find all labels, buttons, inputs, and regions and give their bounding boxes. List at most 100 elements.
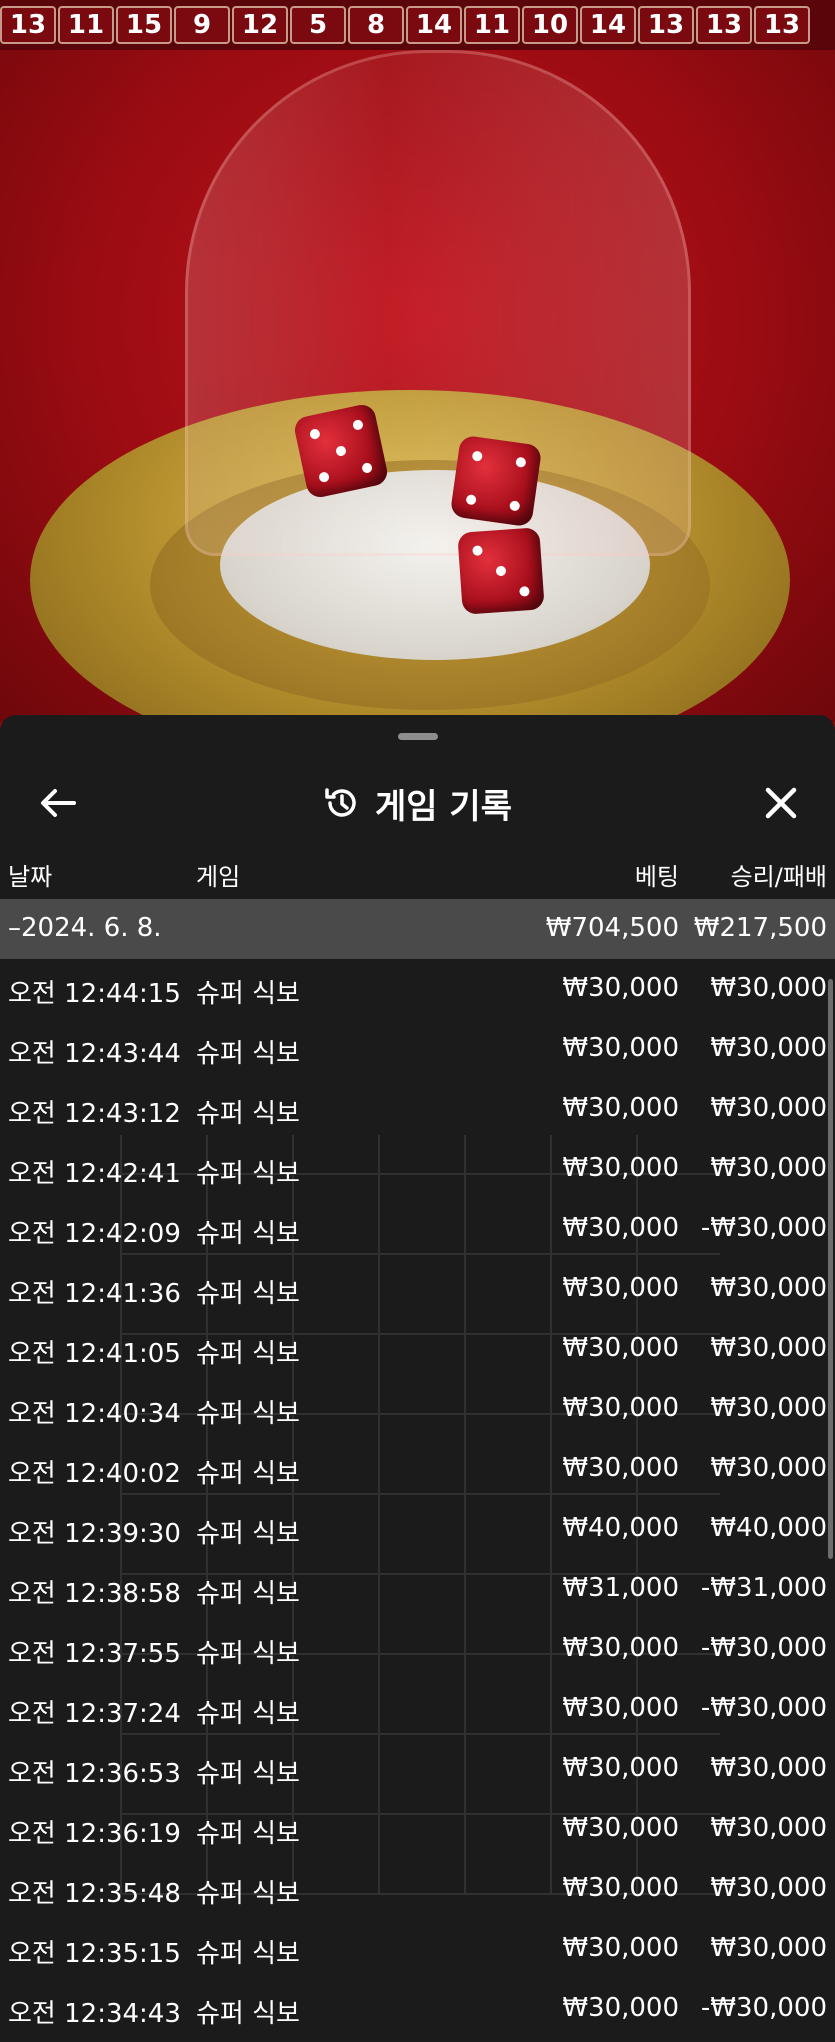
row-result: ₩30,000 (710, 1153, 827, 1183)
row-time: 오전 12:36:19 (8, 1819, 181, 1849)
sheet-header: 게임 기록 (0, 755, 835, 845)
history-row[interactable]: 오전 12:36:19 슈퍼 식보 ₩30,000 ₩30,000 (0, 1799, 835, 1859)
row-bet: ₩30,000 (562, 1933, 679, 1963)
history-result-cell: 10 (522, 6, 578, 44)
row-game: 슈퍼 식보 (196, 1099, 300, 1129)
row-result: ₩30,000 (710, 1093, 827, 1123)
row-game: 슈퍼 식보 (196, 1699, 300, 1729)
row-result: -₩31,000 (700, 1573, 827, 1603)
row-result: ₩30,000 (710, 1933, 827, 1963)
history-row[interactable]: 오전 12:39:30 슈퍼 식보 ₩40,000 ₩40,000 (0, 1499, 835, 1559)
row-game: 슈퍼 식보 (196, 1819, 300, 1849)
row-result: ₩30,000 (710, 1813, 827, 1843)
history-result-cell: 13 (754, 6, 810, 44)
row-game: 슈퍼 식보 (196, 1639, 300, 1669)
row-bet: ₩31,000 (562, 1573, 679, 1603)
row-time: 오전 12:35:15 (8, 1939, 181, 1969)
row-result: ₩40,000 (710, 1513, 827, 1543)
game-history-sheet: 게임 기록 날짜 게임 베팅 승리/패배 –2024. 6. 8. ₩704,5… (0, 715, 835, 2042)
row-time: 오전 12:43:12 (8, 1099, 181, 1129)
date-group-summary[interactable]: –2024. 6. 8. ₩704,500 ₩217,500 (0, 899, 835, 959)
history-row[interactable]: 오전 12:35:48 슈퍼 식보 ₩30,000 ₩30,000 (0, 1859, 835, 1919)
row-bet: ₩30,000 (562, 973, 679, 1003)
row-bet: ₩30,000 (562, 1273, 679, 1303)
row-result: ₩30,000 (710, 1753, 827, 1783)
history-row[interactable]: 오전 12:41:36 슈퍼 식보 ₩30,000 ₩30,000 (0, 1259, 835, 1319)
row-time: 오전 12:38:58 (8, 1579, 181, 1609)
row-time: 오전 12:34:43 (8, 1999, 181, 2029)
die-3 (457, 527, 545, 615)
history-result-cell: 13 (0, 6, 56, 44)
row-result: ₩30,000 (710, 1873, 827, 1903)
sheet-drag-handle[interactable] (398, 733, 438, 740)
row-game: 슈퍼 식보 (196, 979, 300, 1009)
glass-dome (185, 50, 691, 556)
history-result-cell: 14 (406, 6, 462, 44)
row-game: 슈퍼 식보 (196, 1159, 300, 1189)
result-history-strip: 13 11 15 9 12 5 8 14 11 10 14 13 13 13 (0, 0, 835, 50)
column-header-bet[interactable]: 베팅 (635, 857, 679, 892)
close-button[interactable] (753, 775, 809, 831)
history-row[interactable]: 오전 12:42:09 슈퍼 식보 ₩30,000 -₩30,000 (0, 1199, 835, 1259)
row-time: 오전 12:44:15 (8, 979, 181, 1009)
row-game: 슈퍼 식보 (196, 1399, 300, 1429)
history-row[interactable]: 오전 12:41:05 슈퍼 식보 ₩30,000 ₩30,000 (0, 1319, 835, 1379)
history-row[interactable]: 오전 12:40:02 슈퍼 식보 ₩30,000 ₩30,000 (0, 1439, 835, 1499)
row-bet: ₩30,000 (562, 1333, 679, 1363)
history-row[interactable]: 오전 12:43:44 슈퍼 식보 ₩30,000 ₩30,000 (0, 1019, 835, 1079)
history-row[interactable]: 오전 12:40:34 슈퍼 식보 ₩30,000 ₩30,000 (0, 1379, 835, 1439)
group-date: –2024. 6. 8. (8, 913, 162, 943)
row-bet: ₩30,000 (562, 1093, 679, 1123)
row-result: -₩30,000 (700, 1993, 827, 2023)
history-result-cell: 13 (696, 6, 752, 44)
history-list: 오전 12:44:15 슈퍼 식보 ₩30,000 ₩30,000 오전 12:43:4… (0, 959, 835, 2039)
history-row[interactable]: 오전 12:35:15 슈퍼 식보 ₩30,000 ₩30,000 (0, 1919, 835, 1979)
row-game: 슈퍼 식보 (196, 1579, 300, 1609)
row-result: -₩30,000 (700, 1633, 827, 1663)
row-result: -₩30,000 (700, 1693, 827, 1723)
history-row[interactable]: 오전 12:42:41 슈퍼 식보 ₩30,000 ₩30,000 (0, 1139, 835, 1199)
scrollbar[interactable] (828, 979, 833, 1559)
row-time: 오전 12:43:44 (8, 1039, 181, 1069)
row-result: ₩30,000 (710, 1033, 827, 1063)
history-result-cell: 9 (174, 6, 230, 44)
live-video-feed (0, 50, 835, 722)
history-result-cell: 5 (290, 6, 346, 44)
row-bet: ₩30,000 (562, 1393, 679, 1423)
history-row[interactable]: 오전 12:38:58 슈퍼 식보 ₩31,000 -₩31,000 (0, 1559, 835, 1619)
row-bet: ₩30,000 (562, 1033, 679, 1063)
history-row[interactable]: 오전 12:36:53 슈퍼 식보 ₩30,000 ₩30,000 (0, 1739, 835, 1799)
row-bet: ₩30,000 (562, 1633, 679, 1663)
row-bet: ₩40,000 (562, 1513, 679, 1543)
history-row[interactable]: 오전 12:43:12 슈퍼 식보 ₩30,000 ₩30,000 (0, 1079, 835, 1139)
row-time: 오전 12:42:09 (8, 1219, 181, 1249)
row-bet: ₩30,000 (562, 1993, 679, 2023)
history-row[interactable]: 오전 12:34:43 슈퍼 식보 ₩30,000 -₩30,000 (0, 1979, 835, 2039)
row-time: 오전 12:37:24 (8, 1699, 181, 1729)
column-header-result[interactable]: 승리/패배 (731, 857, 827, 892)
row-time: 오전 12:40:02 (8, 1459, 181, 1489)
history-result-cell: 11 (464, 6, 520, 44)
row-game: 슈퍼 식보 (196, 1219, 300, 1249)
row-time: 오전 12:37:55 (8, 1639, 181, 1669)
history-result-cell: 13 (638, 6, 694, 44)
history-row[interactable]: 오전 12:44:15 슈퍼 식보 ₩30,000 ₩30,000 (0, 959, 835, 1019)
row-bet: ₩30,000 (562, 1213, 679, 1243)
row-time: 오전 12:42:41 (8, 1159, 181, 1189)
row-result: ₩30,000 (710, 1453, 827, 1483)
history-clock-icon (325, 788, 356, 817)
column-header-date[interactable]: 날짜 (8, 857, 52, 892)
row-game: 슈퍼 식보 (196, 1759, 300, 1789)
column-header-game[interactable]: 게임 (196, 857, 240, 892)
row-time: 오전 12:41:05 (8, 1339, 181, 1369)
row-bet: ₩30,000 (562, 1453, 679, 1483)
row-game: 슈퍼 식보 (196, 1999, 300, 2029)
row-result: -₩30,000 (700, 1213, 827, 1243)
row-bet: ₩30,000 (562, 1153, 679, 1183)
history-row[interactable]: 오전 12:37:55 슈퍼 식보 ₩30,000 -₩30,000 (0, 1619, 835, 1679)
row-result: ₩30,000 (710, 1393, 827, 1423)
history-result-cell: 11 (58, 6, 114, 44)
history-row[interactable]: 오전 12:37:24 슈퍼 식보 ₩30,000 -₩30,000 (0, 1679, 835, 1739)
table-header: 날짜 게임 베팅 승리/패배 (0, 845, 835, 899)
sheet-title-group: 게임 기록 (0, 775, 835, 831)
